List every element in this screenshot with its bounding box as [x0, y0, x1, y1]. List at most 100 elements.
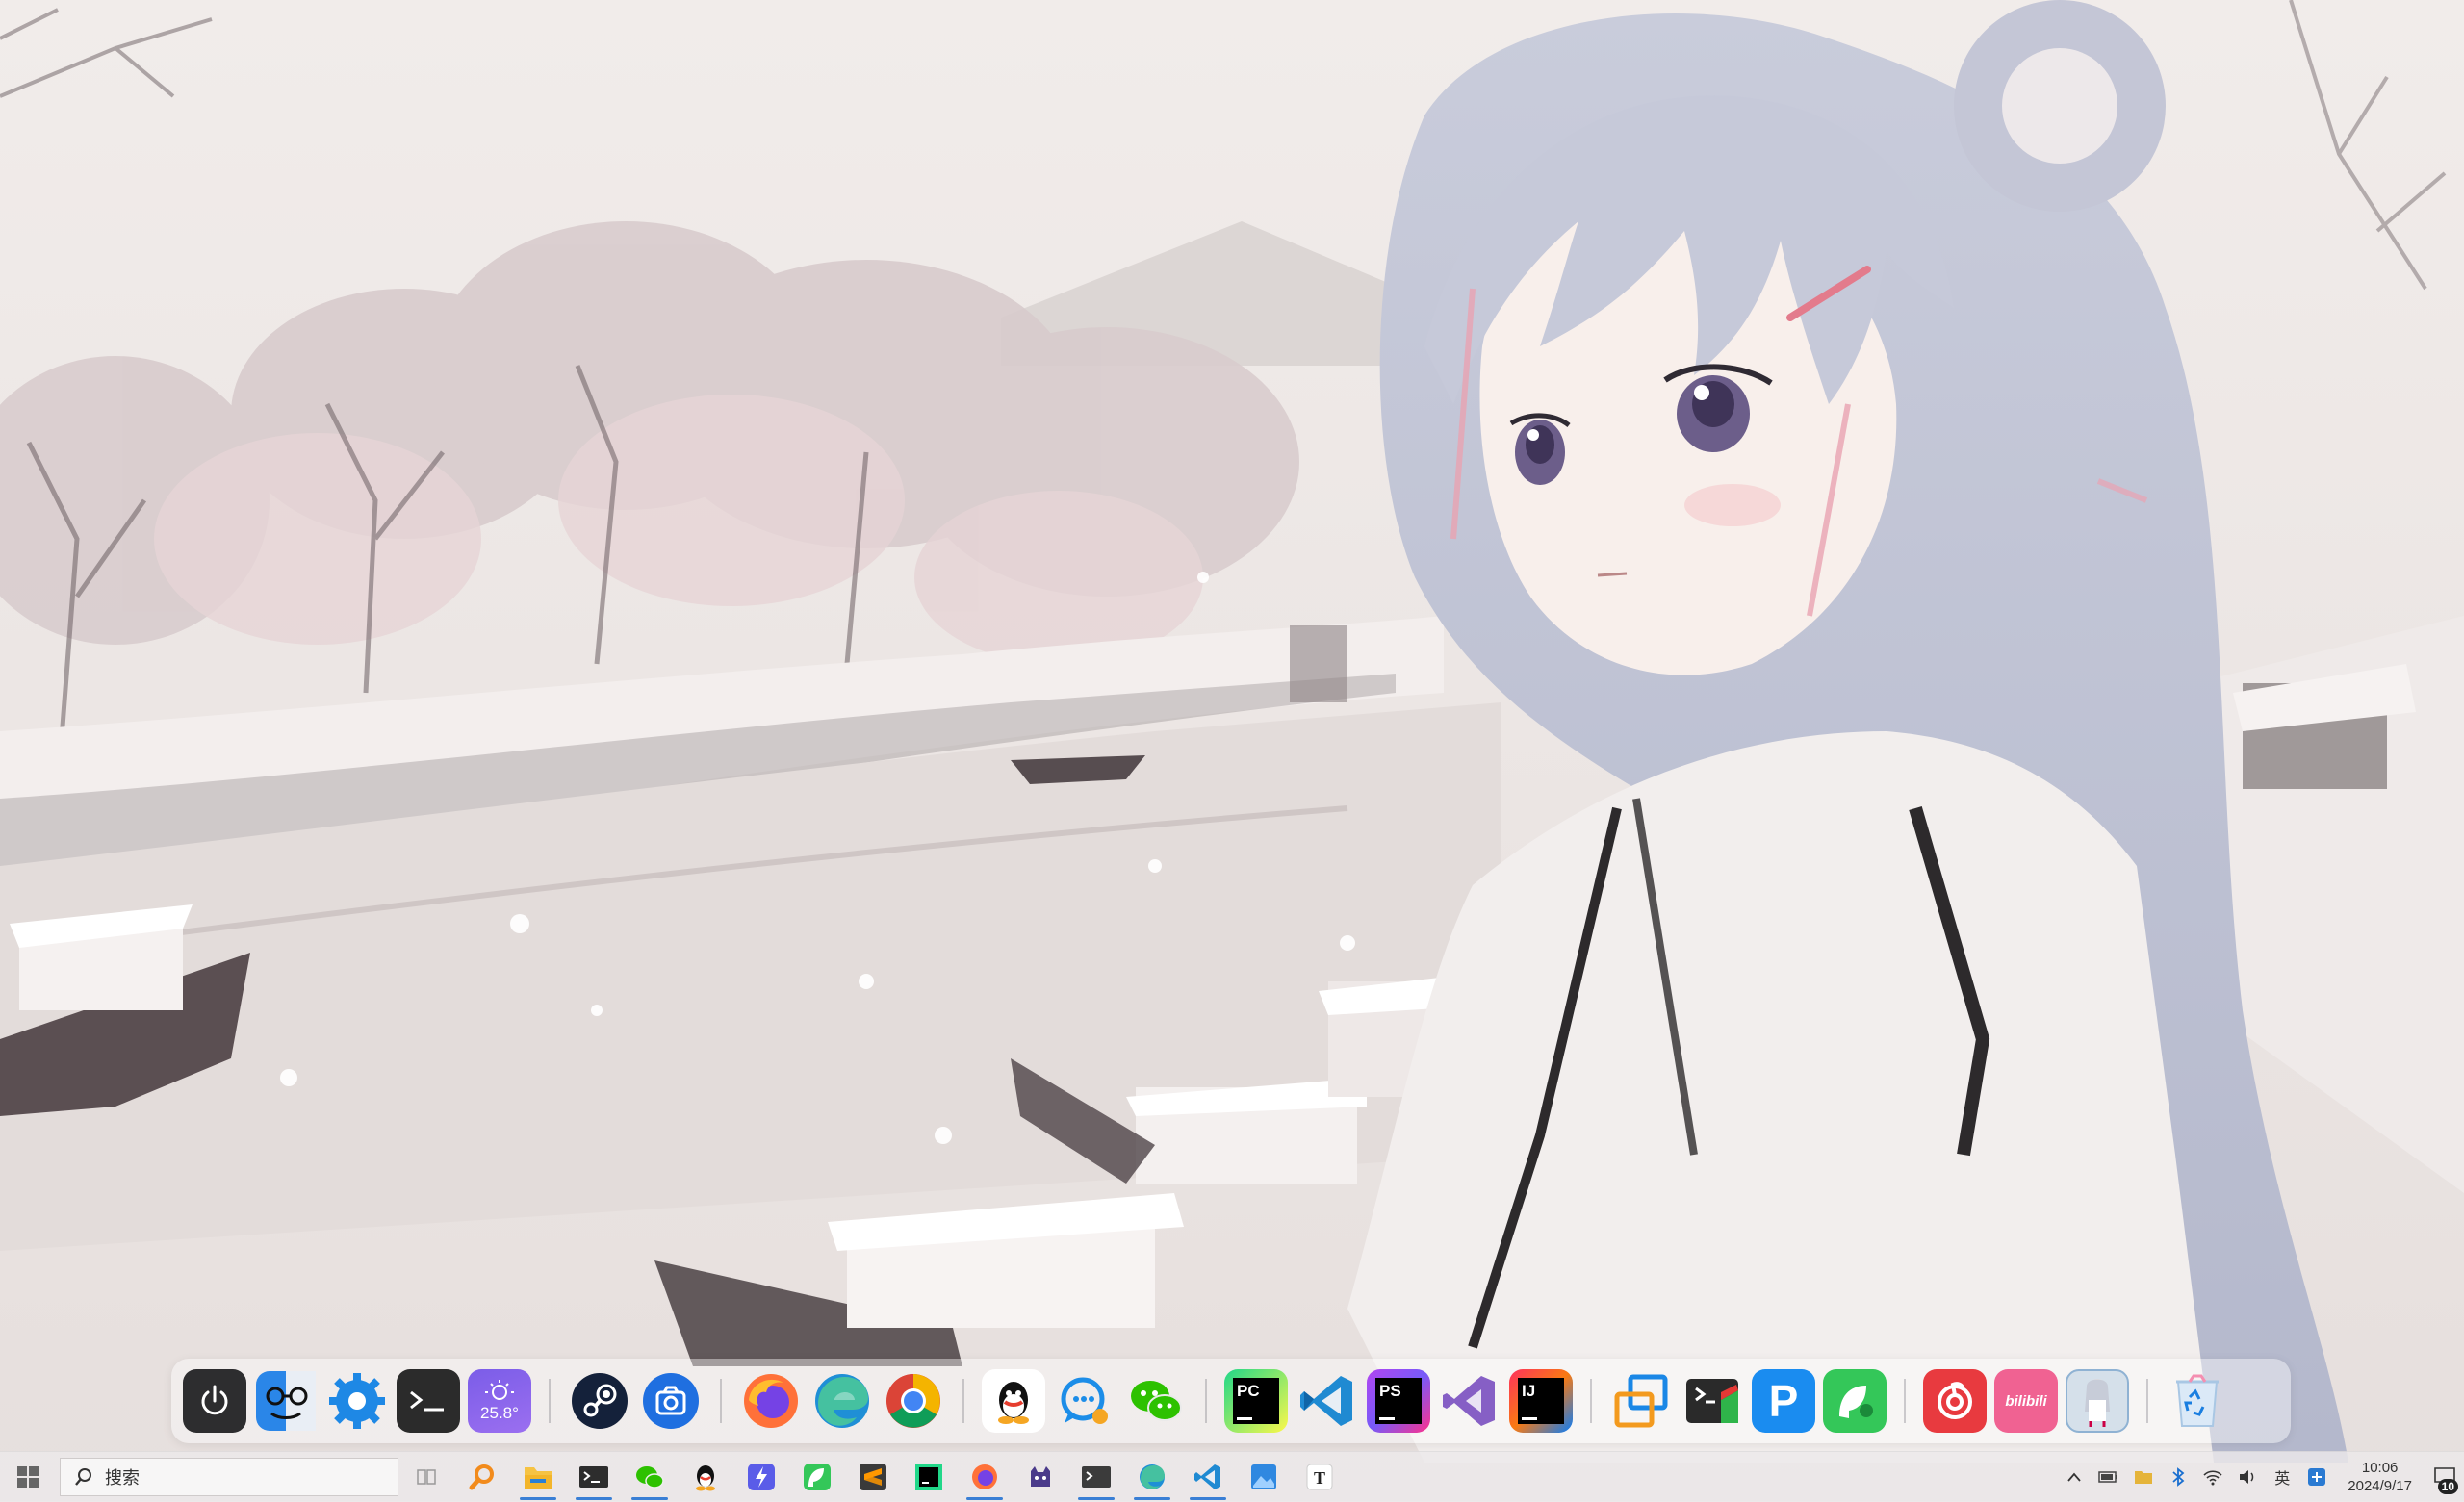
firefox-icon — [972, 1464, 997, 1489]
chrome-dock-icon[interactable] — [882, 1369, 945, 1433]
active-indicator — [966, 1497, 1003, 1500]
task-view-icon — [417, 1469, 436, 1485]
pycharm-icon — [915, 1464, 942, 1490]
dock-separator — [1904, 1379, 1906, 1423]
svg-text:T: T — [1314, 1468, 1325, 1488]
dock-separator — [1590, 1379, 1592, 1423]
task-view-button[interactable] — [398, 1452, 454, 1502]
steam-dock-icon[interactable] — [568, 1369, 631, 1433]
ime-label: 英 — [2274, 1469, 2291, 1488]
qq-dock-icon[interactable] — [982, 1369, 1045, 1433]
taskbar-green-app[interactable] — [789, 1452, 845, 1502]
vscode-dock-icon[interactable] — [1296, 1369, 1359, 1433]
search-placeholder: 搜索 — [105, 1468, 140, 1489]
green-app-icon — [804, 1464, 831, 1490]
screenshot-tool-dock-icon[interactable] — [639, 1369, 703, 1433]
dock-separator — [1205, 1379, 1207, 1423]
recycle-bin-dock-icon[interactable] — [2166, 1369, 2229, 1433]
green-app-dock-icon[interactable] — [1823, 1369, 1886, 1433]
show-hidden-icons-button[interactable] — [2057, 1452, 2092, 1502]
wechat-dock-icon[interactable] — [1124, 1369, 1188, 1433]
taskbar: 搜索 T 英 10:06 2024/9/17 10 — [0, 1451, 2464, 1502]
battery-tray[interactable] — [2092, 1452, 2126, 1502]
taskbar-edge[interactable] — [1124, 1452, 1180, 1502]
taskbar-lightning-app[interactable] — [733, 1452, 789, 1502]
window-manager-dock-icon[interactable] — [1609, 1369, 1673, 1433]
bluetooth-tray[interactable] — [2161, 1452, 2195, 1502]
search-icon — [75, 1468, 91, 1486]
firefox-dock-icon[interactable] — [739, 1369, 803, 1433]
bilibili-dock-icon[interactable]: bilibili — [1994, 1369, 2058, 1433]
dock-group-tools — [568, 1369, 703, 1433]
speaker-icon — [2240, 1470, 2254, 1484]
dock-group-ides: PC PS IJ — [1224, 1369, 1573, 1433]
typora-icon: T — [1306, 1464, 1333, 1490]
wifi-tray[interactable] — [2195, 1452, 2230, 1502]
windows-terminal-dock-icon[interactable] — [1681, 1369, 1744, 1433]
clock-time: 10:06 — [2361, 1460, 2399, 1476]
taskbar-console[interactable] — [1068, 1452, 1124, 1502]
grid-app-icon — [2308, 1468, 2326, 1486]
dock-group-system: 25.8° — [183, 1369, 531, 1433]
tray-folder-icon — [2135, 1471, 2153, 1484]
qq-icon — [696, 1465, 715, 1491]
netease-music-dock-icon[interactable] — [1923, 1369, 1987, 1433]
dock-separator — [962, 1379, 964, 1423]
input-method-tray[interactable]: 英 — [2265, 1452, 2299, 1502]
notification-center-button[interactable]: 10 — [2426, 1452, 2464, 1502]
taskbar-photos[interactable] — [1236, 1452, 1292, 1502]
taskbar-pycharm[interactable] — [901, 1452, 957, 1502]
taskbar-github[interactable] — [1013, 1452, 1068, 1502]
console-icon — [1082, 1466, 1111, 1488]
bluetooth-icon — [2172, 1467, 2185, 1487]
github-cat-icon — [1031, 1466, 1050, 1487]
dock-separator — [2146, 1379, 2148, 1423]
chat-bubble-dock-icon[interactable] — [1053, 1369, 1116, 1433]
weather-temperature: 25.8° — [480, 1404, 519, 1422]
taskbar-search-tool[interactable] — [454, 1452, 510, 1502]
photos-icon — [1251, 1464, 1276, 1489]
finder-face-dock-icon[interactable] — [254, 1369, 318, 1433]
character-card-dock-icon[interactable] — [2066, 1369, 2129, 1433]
dock-group-browsers — [739, 1369, 945, 1433]
desktop-wallpaper — [0, 0, 2464, 1501]
taskbar-wechat[interactable] — [622, 1452, 678, 1502]
pycharm-dock-icon[interactable]: PC — [1224, 1369, 1288, 1433]
app-tray-icon[interactable] — [2299, 1452, 2334, 1502]
terminal-icon — [579, 1466, 608, 1488]
start-button[interactable] — [0, 1452, 56, 1502]
phpstorm-dock-icon[interactable]: PS — [1367, 1369, 1430, 1433]
taskbar-vscode[interactable] — [1180, 1452, 1236, 1502]
visual-studio-dock-icon[interactable] — [1438, 1369, 1502, 1433]
bilibili-label: bilibili — [2005, 1392, 2047, 1410]
edge-icon — [1140, 1464, 1165, 1489]
active-indicator — [576, 1497, 612, 1500]
terminal-dock-icon[interactable] — [397, 1369, 460, 1433]
active-indicator — [1190, 1497, 1226, 1500]
edge-dock-icon[interactable] — [810, 1369, 874, 1433]
power-dock-icon[interactable] — [183, 1369, 246, 1433]
taskbar-terminal[interactable] — [566, 1452, 622, 1502]
taskbar-clock[interactable]: 10:06 2024/9/17 — [2334, 1459, 2426, 1495]
taskbar-firefox[interactable] — [957, 1452, 1013, 1502]
taskbar-typora[interactable]: T — [1292, 1452, 1348, 1502]
folder-tray[interactable] — [2126, 1452, 2161, 1502]
phpstorm-label: PS — [1379, 1382, 1401, 1400]
notification-count-badge: 10 — [2437, 1479, 2458, 1494]
clock-date: 2024/9/17 — [2348, 1478, 2412, 1494]
sun-icon — [485, 1380, 514, 1400]
taskbar-qq[interactable] — [678, 1452, 733, 1502]
weather-widget-dock-icon[interactable]: 25.8° — [468, 1369, 531, 1433]
taskbar-sublime[interactable] — [845, 1452, 901, 1502]
intellij-dock-icon[interactable]: IJ — [1509, 1369, 1573, 1433]
magnifier-icon — [469, 1464, 494, 1490]
settings-gear-dock-icon[interactable] — [325, 1369, 389, 1433]
chevron-up-icon — [2067, 1472, 2081, 1482]
dock-group-social — [982, 1369, 1188, 1433]
pycharm-label: PC — [1237, 1382, 1260, 1400]
p-app-dock-icon[interactable]: P — [1752, 1369, 1815, 1433]
taskbar-file-explorer[interactable] — [510, 1452, 566, 1502]
volume-tray[interactable] — [2230, 1452, 2265, 1502]
taskbar-search-box[interactable]: 搜索 — [60, 1458, 398, 1496]
active-indicator — [520, 1497, 556, 1500]
